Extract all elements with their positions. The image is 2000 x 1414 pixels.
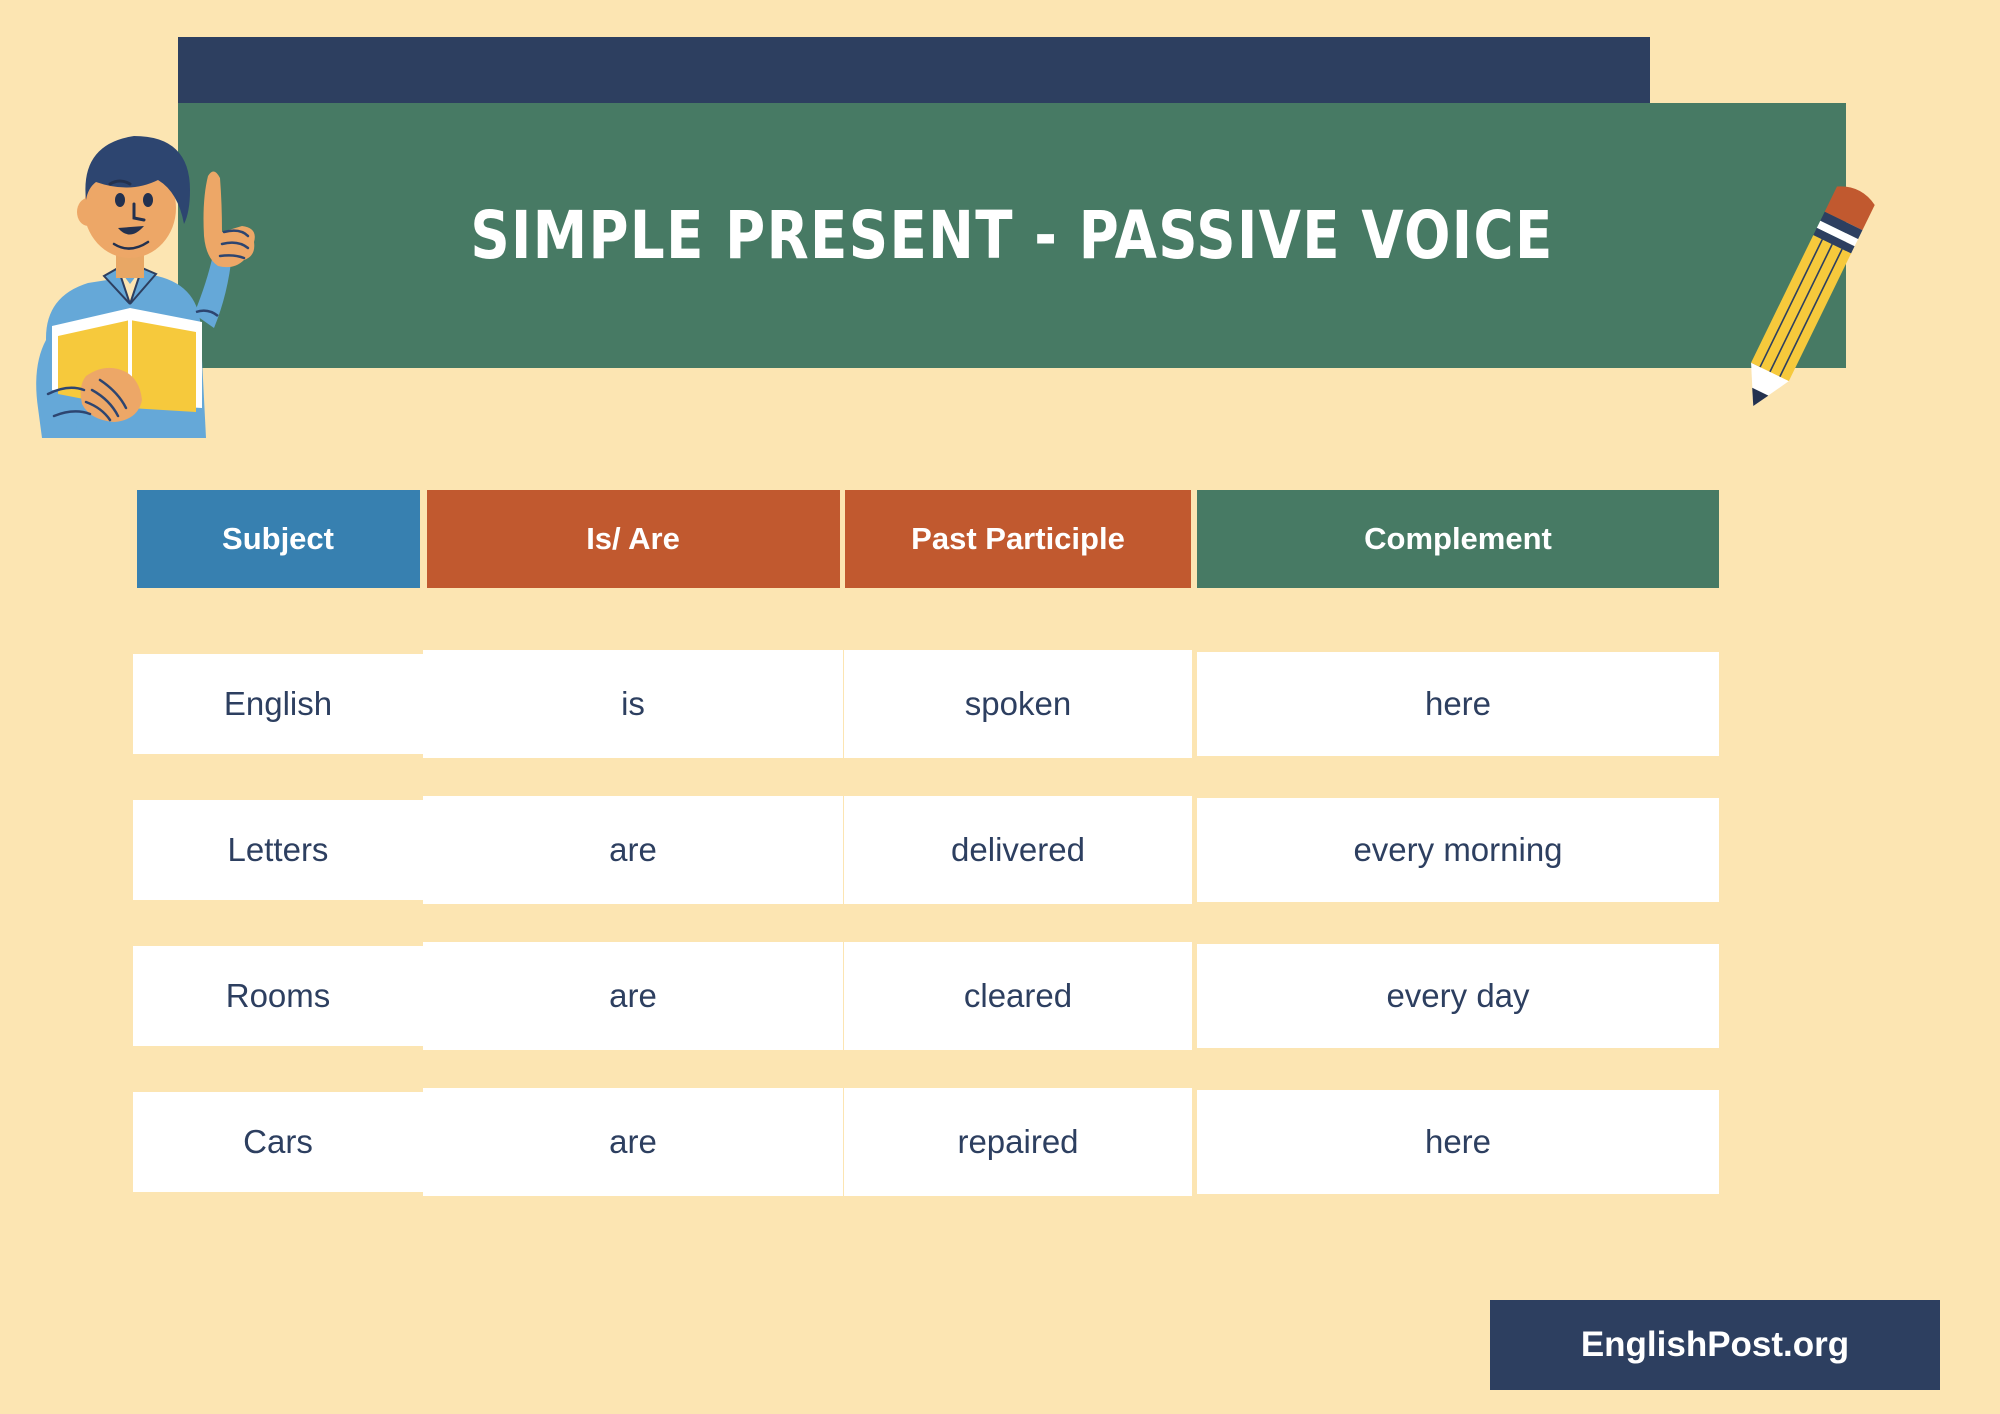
table-row: Rooms are cleared every day [0, 942, 2000, 1050]
cell-slot-subject: Cars [133, 1092, 423, 1192]
cell-slot-participle: repaired [843, 1088, 1193, 1196]
cell-is-are: is [423, 650, 843, 758]
cell-slot-subject: English [133, 654, 423, 754]
cell-slot-subject: Letters [133, 800, 423, 900]
cell-past-participle: spoken [844, 650, 1192, 758]
cell-slot-isare: is [423, 650, 843, 758]
cell-is-are: are [423, 796, 843, 904]
cell-slot-isare: are [423, 1088, 843, 1196]
header-slot-subject: Subject [133, 490, 423, 588]
cell-slot-participle: cleared [843, 942, 1193, 1050]
pencil-icon [1700, 170, 1910, 430]
column-header-subject: Subject [136, 490, 420, 588]
table-row: English is spoken here [0, 650, 2000, 758]
table-row: Letters are delivered every morning [0, 796, 2000, 904]
cell-slot-isare: are [423, 796, 843, 904]
cell-complement: here [1197, 652, 1719, 756]
cell-subject: English [133, 654, 423, 754]
table-header-row: Subject Is/ Are Past Participle Compleme… [0, 490, 2000, 588]
cell-past-participle: cleared [844, 942, 1192, 1050]
page-title: SIMPLE PRESENT - PASSIVE VOICE [470, 197, 1554, 274]
cell-complement: every morning [1197, 798, 1719, 902]
cell-slot-complement: every day [1193, 944, 1723, 1048]
cell-is-are: are [423, 1088, 843, 1196]
table-row: Cars are repaired here [0, 1088, 2000, 1196]
column-header-complement: Complement [1197, 490, 1719, 588]
cell-is-are: are [423, 942, 843, 1050]
cell-past-participle: delivered [844, 796, 1192, 904]
reading-man-illustration [18, 108, 258, 438]
header-slot-isare: Is/ Are [423, 490, 843, 588]
cell-slot-participle: spoken [843, 650, 1193, 758]
header-slot-complement: Complement [1193, 490, 1723, 588]
cell-subject: Cars [133, 1092, 423, 1192]
cell-slot-subject: Rooms [133, 946, 423, 1046]
header-slot-participle: Past Participle [843, 490, 1193, 588]
cell-slot-complement: here [1193, 652, 1723, 756]
cell-subject: Rooms [133, 946, 423, 1046]
cell-slot-complement: here [1193, 1090, 1723, 1194]
passive-voice-table: Subject Is/ Are Past Participle Compleme… [0, 490, 2000, 1196]
cell-subject: Letters [133, 800, 423, 900]
cell-slot-complement: every morning [1193, 798, 1723, 902]
cell-complement: every day [1197, 944, 1719, 1048]
brand-badge: EnglishPost.org [1490, 1300, 1940, 1390]
cell-complement: here [1197, 1090, 1719, 1194]
column-header-is-are: Is/ Are [426, 490, 840, 588]
column-header-past-participle: Past Participle [845, 490, 1191, 588]
cell-slot-isare: are [423, 942, 843, 1050]
cell-slot-participle: delivered [843, 796, 1193, 904]
cell-past-participle: repaired [844, 1088, 1192, 1196]
